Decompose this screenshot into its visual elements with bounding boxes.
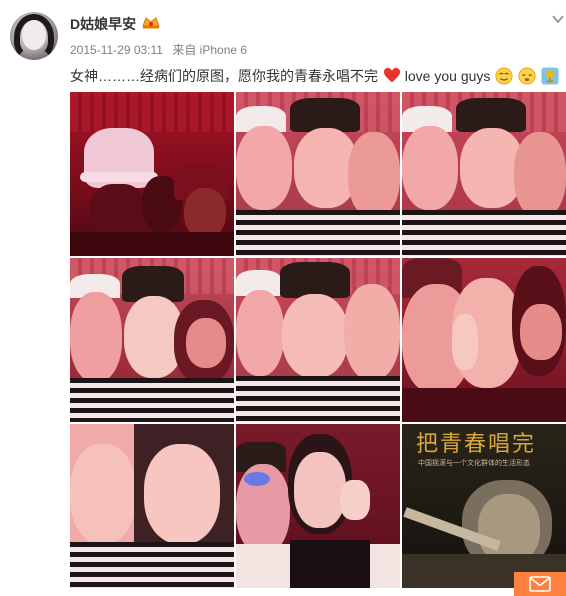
post-text: 女神………经病们的原图，愿你我的青春永唱不完 love you guys (70, 66, 559, 86)
photo-9[interactable]: 把青春唱完 中国摇滚与一个文化群体的生活形态 (402, 424, 566, 588)
sleepy-emoji-icon (518, 67, 536, 85)
avatar-face (22, 20, 46, 50)
photo-5[interactable] (236, 258, 400, 422)
heart-icon (383, 67, 400, 83)
sweat-smile-emoji-icon (495, 67, 513, 85)
photo-2[interactable] (236, 92, 400, 256)
trophy-icon (541, 67, 559, 85)
photo-7[interactable] (70, 424, 234, 588)
message-button[interactable] (514, 572, 566, 596)
mail-icon (529, 576, 551, 592)
photo-grid: 把青春唱完 中国摇滚与一个文化群体的生活形态 (70, 92, 566, 592)
username[interactable]: D姑娘早安 (70, 14, 136, 34)
source-prefix: 来自 (172, 43, 197, 57)
post-text-cn: 女神………经病们的原图，愿你我的青春永唱不完 (70, 68, 378, 84)
weibo-post-card: D姑娘早安 2015-11-29 03:11 来自 iPhone 6 女神………… (0, 0, 566, 596)
photo-6[interactable] (402, 258, 566, 422)
photo-1[interactable] (70, 92, 234, 256)
vip-badge-icon[interactable] (142, 15, 160, 29)
chevron-down-icon[interactable] (552, 14, 564, 24)
photo-4[interactable] (70, 258, 234, 422)
photo-8[interactable] (236, 424, 400, 588)
post-timestamp[interactable]: 2015-11-29 03:11 (70, 43, 163, 57)
post-text-en: love you guys (404, 68, 491, 84)
book-subtitle: 中国摇滚与一个文化群体的生活形态 (418, 460, 530, 467)
source-device: iPhone 6 (199, 43, 248, 57)
book-title: 把青春唱完 (416, 432, 537, 457)
avatar[interactable] (10, 12, 58, 60)
photo-3[interactable] (402, 92, 566, 256)
post-meta: 2015-11-29 03:11 来自 iPhone 6 (70, 41, 247, 58)
